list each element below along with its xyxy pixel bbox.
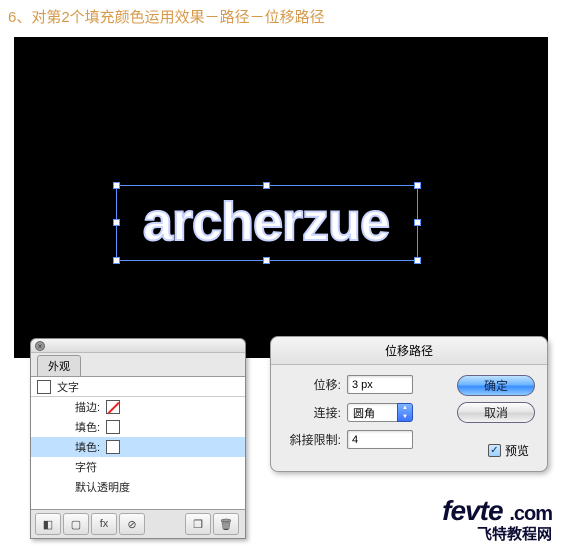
preview-checkbox[interactable]: ✓ [488,444,501,457]
appearance-header-row[interactable]: 文字 [31,377,245,397]
delete-item-button[interactable]: 🗑 [213,513,239,535]
ok-button[interactable]: 确定 [457,375,535,396]
handle-bottom-left[interactable] [113,257,120,264]
offset-path-dialog[interactable]: 位移路径 位移: 连接: 圆角 斜接限制: 确定 取消 ✓ 预览 [270,336,548,472]
row-label: 填色: [75,419,100,435]
row-label: 字符 [75,459,97,475]
add-effect-button[interactable]: fx [91,513,117,535]
artboard[interactable]: archerzue [14,37,548,358]
appearance-row-opacity[interactable]: 默认透明度 [31,477,245,497]
preview-label: 预览 [505,442,529,459]
offset-input[interactable] [347,375,413,394]
panel-titlebar[interactable]: × [31,339,245,353]
preview-checkbox-row[interactable]: ✓ 预览 [488,442,529,459]
handle-mid-right[interactable] [414,219,421,226]
handle-bottom-center[interactable] [263,257,270,264]
handle-mid-left[interactable] [113,219,120,226]
appearance-list: 文字 描边: 填色: 填色: 字符 默认透明度 [31,377,245,509]
row-label: 描边: [75,399,100,415]
fill-swatch[interactable] [106,420,120,434]
row-label: 填色: [75,439,100,455]
dropdown-arrows-icon[interactable] [397,403,413,422]
tab-appearance[interactable]: 外观 [37,355,81,376]
appearance-row-fill-1[interactable]: 填色: [31,417,245,437]
panel-tabs: 外观 [31,353,245,377]
appearance-row-characters[interactable]: 字符 [31,457,245,477]
joins-value: 圆角 [347,403,397,422]
appearance-panel[interactable]: × 外观 文字 描边: 填色: 填色: 字符 默认透明度 ◧ ▢ fx [30,338,246,539]
new-fill-button[interactable]: ◧ [35,513,61,535]
fill-swatch[interactable] [106,440,120,454]
dialog-title: 位移路径 [271,337,547,365]
panel-footer: ◧ ▢ fx ⊘ ❐ 🗑 [31,509,245,538]
row-label: 默认透明度 [75,479,130,495]
miter-input[interactable] [347,430,413,449]
appearance-row-fill-2[interactable]: 填色: [31,437,245,457]
selection-bounding-box[interactable] [116,185,418,261]
duplicate-item-button[interactable]: ❐ [185,513,211,535]
appearance-header-label: 文字 [57,379,79,395]
handle-bottom-right[interactable] [414,257,421,264]
panel-close-button[interactable]: × [35,341,45,351]
type-swatch [37,380,51,394]
watermark: fevte .com 飞特教程网 [442,495,552,544]
handle-top-left[interactable] [113,182,120,189]
joins-label: 连接: [283,404,341,421]
appearance-row-stroke[interactable]: 描边: [31,397,245,417]
cancel-button[interactable]: 取消 [457,402,535,423]
handle-top-right[interactable] [414,182,421,189]
offset-label: 位移: [283,376,341,393]
new-stroke-button[interactable]: ▢ [63,513,89,535]
miter-label: 斜接限制: [283,431,341,448]
caption-text: 6、对第2个填充颜色运用效果－路径－位移路径 [0,0,562,37]
joins-select[interactable]: 圆角 [347,402,413,422]
stroke-swatch-none[interactable] [106,400,120,414]
clear-appearance-button[interactable]: ⊘ [119,513,145,535]
handle-top-center[interactable] [263,182,270,189]
